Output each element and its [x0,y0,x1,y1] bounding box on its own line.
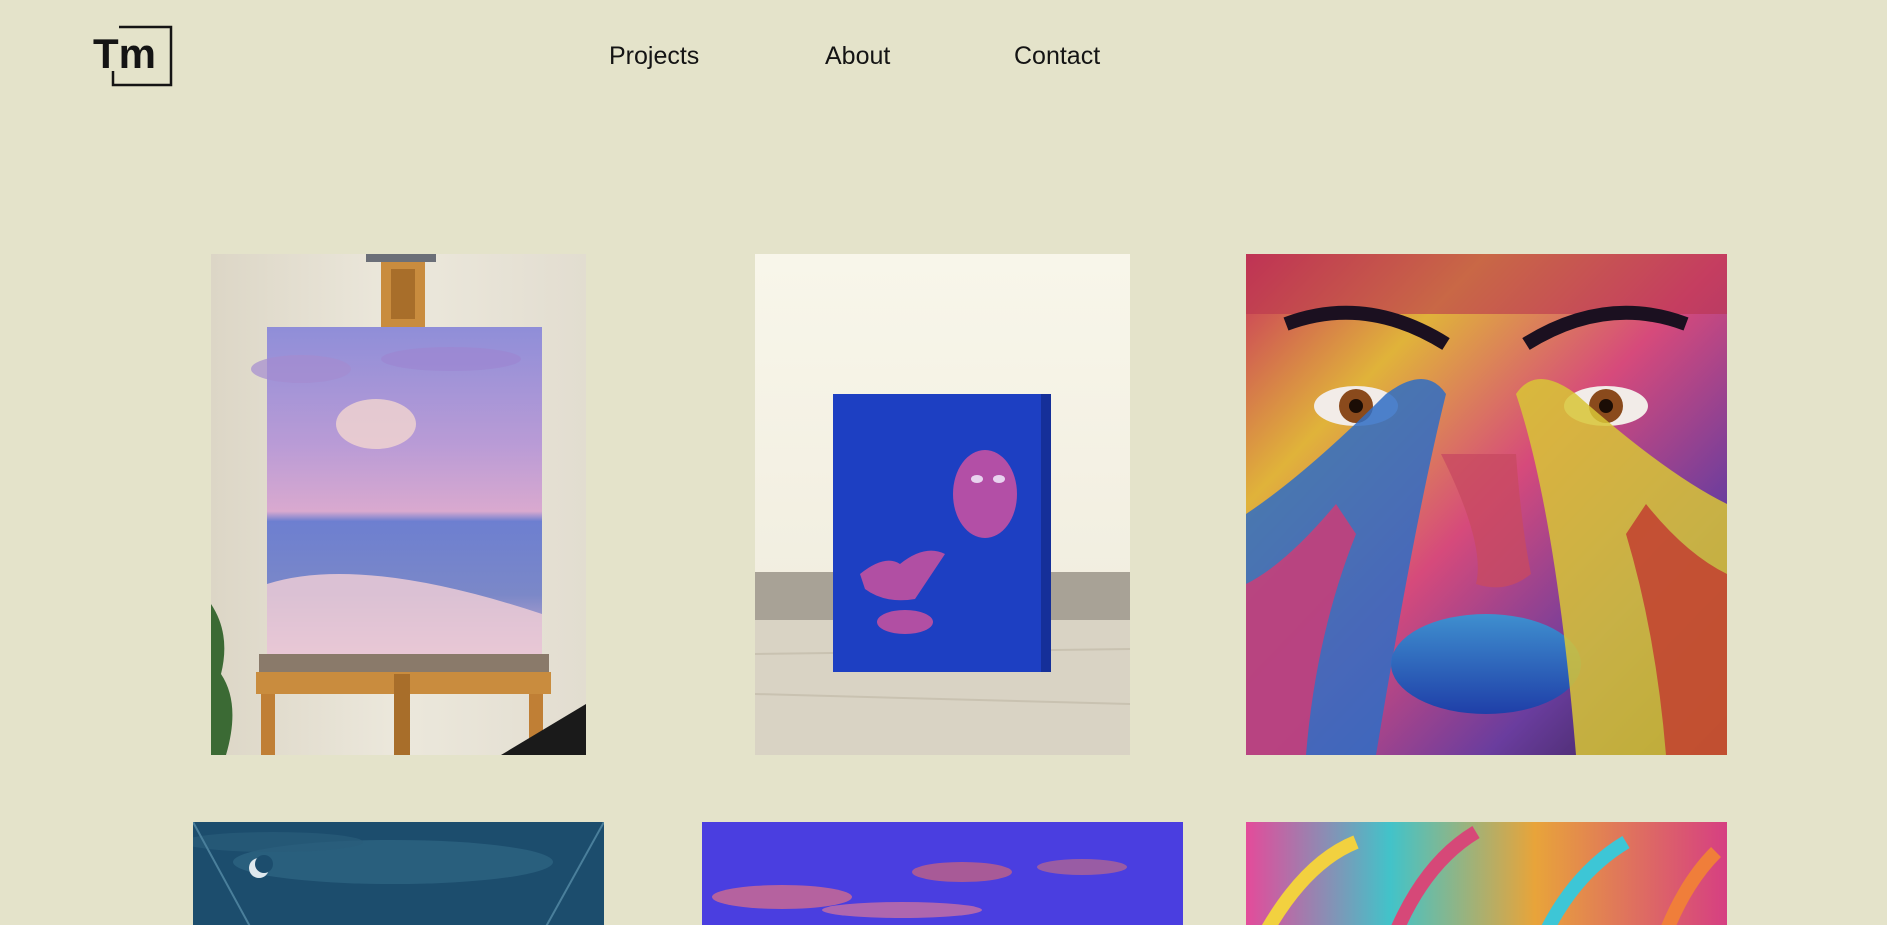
nav-link-about[interactable]: About [825,40,890,72]
purple-clouds-image [702,822,1183,925]
gallery-tile-easel-sunset-painting[interactable] [211,254,586,755]
nav-link-contact[interactable]: Contact [1014,40,1100,72]
nav-link-projects[interactable]: Projects [609,40,699,72]
main-nav: Projects About Contact [0,40,1887,76]
gallery-tile-purple-clouds-painting[interactable] [702,822,1183,925]
gallery-tile-painted-face-photo[interactable] [1246,254,1727,755]
painted-face-image [1246,254,1727,755]
painted-hands-image [1246,822,1727,925]
gallery-tile-painted-hands-photo[interactable] [1246,822,1727,925]
gallery-tile-night-sky-painting[interactable] [193,822,604,925]
gallery-tile-blue-canvas-painting[interactable] [755,254,1130,755]
page: Tm Projects About Contact [0,0,1887,925]
easel-painting-image [211,254,586,755]
blue-canvas-image [755,254,1130,755]
night-sky-image [193,822,604,925]
